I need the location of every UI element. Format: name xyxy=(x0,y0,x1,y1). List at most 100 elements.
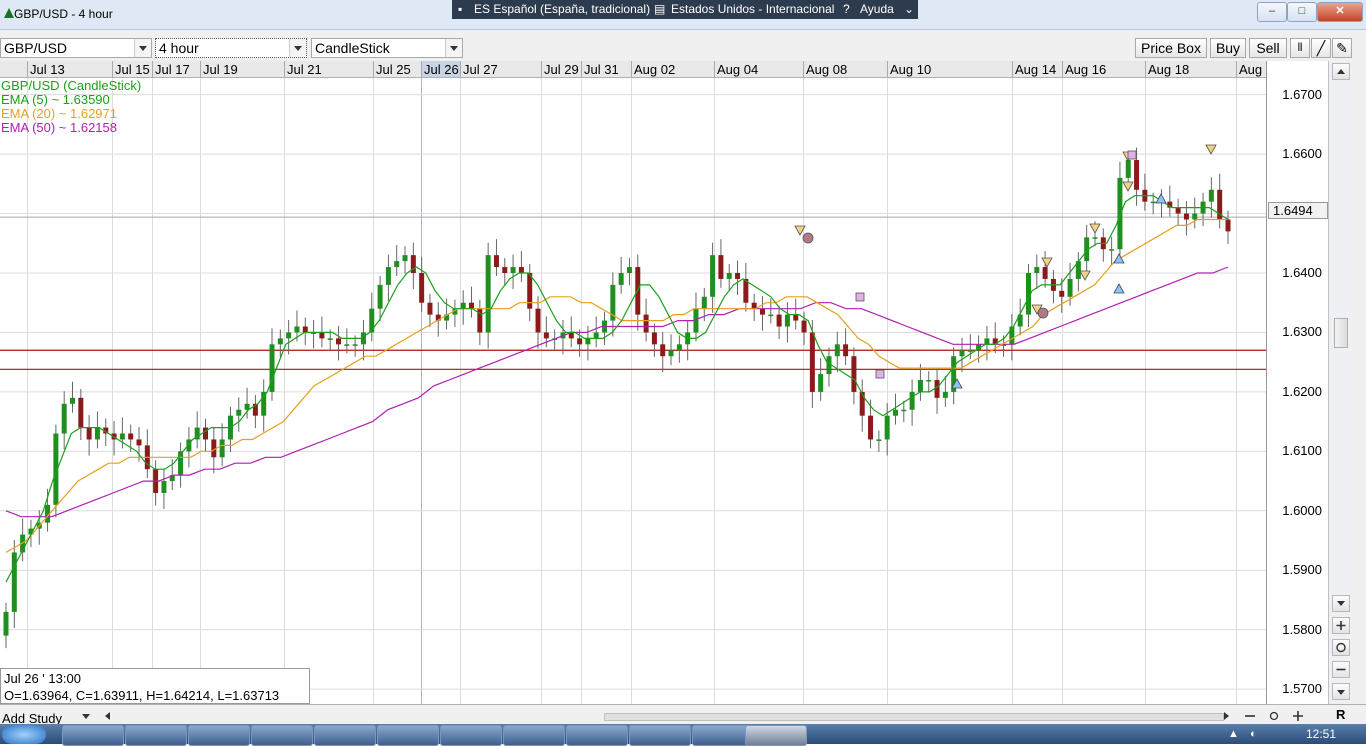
signal-down-marker xyxy=(1089,223,1101,234)
date-label: Aug 08 xyxy=(806,62,848,77)
draw-line-icon[interactable]: ╱ xyxy=(1311,38,1331,58)
zoom-in-button[interactable] xyxy=(1332,617,1350,634)
taskbar-app-icon[interactable] xyxy=(314,725,376,746)
taskbar-active-app-icon[interactable] xyxy=(745,725,807,746)
taskbar-icq-icon[interactable] xyxy=(377,725,439,746)
scroll-left-icon[interactable] xyxy=(100,709,116,723)
date-label: Jul 25 xyxy=(376,62,411,77)
taskbar-firefox-icon[interactable] xyxy=(503,725,565,746)
candle-body xyxy=(834,344,840,357)
taskbar-ie-icon[interactable] xyxy=(125,725,187,746)
candle-body xyxy=(801,320,807,333)
chart-type-select[interactable]: CandleStick xyxy=(311,38,463,58)
candle-body xyxy=(793,314,799,321)
candle-body xyxy=(427,302,433,315)
chevron-down-icon[interactable] xyxy=(78,709,94,723)
candle-body xyxy=(369,308,375,333)
signal-up-marker xyxy=(1113,283,1125,294)
chevron-down-icon xyxy=(1337,601,1345,606)
candle-body xyxy=(759,308,765,315)
date-label: Jul 26 xyxy=(424,62,459,77)
bars-icon[interactable]: ⦀ xyxy=(1290,38,1310,58)
chevron-down-icon[interactable] xyxy=(289,39,306,57)
clock: 12:51 xyxy=(1305,727,1336,741)
tray-flag-icon[interactable]: ▲ xyxy=(1228,728,1239,740)
scroll-bottom-button[interactable] xyxy=(1332,683,1350,700)
taskbar-monitor-icon[interactable] xyxy=(629,725,691,746)
minus-icon[interactable] xyxy=(1242,709,1258,723)
date-label: Jul 21 xyxy=(287,62,322,77)
candle-body xyxy=(419,272,425,303)
date-label: Aug 14 xyxy=(1015,62,1057,77)
plus-icon[interactable] xyxy=(1290,709,1306,723)
right-panel-edge xyxy=(1352,30,1366,710)
chevron-down-icon[interactable] xyxy=(445,39,462,57)
horizontal-scroll-thumb[interactable] xyxy=(604,713,1224,721)
scroll-down-button[interactable] xyxy=(1332,595,1350,612)
candle-body xyxy=(984,338,990,345)
date-label: Jul 31 xyxy=(584,62,619,77)
help-label[interactable]: Ayuda xyxy=(860,2,894,16)
candle-body xyxy=(294,326,300,333)
chart-toolbar: GBP/USD 4 hour CandleStick Price Box Buy… xyxy=(0,30,1366,62)
legend-ema50: EMA (50) ~ 1.62158 xyxy=(1,120,117,135)
candle-body xyxy=(668,350,674,357)
date-axis: Jul 13 Jul 15 Jul 17 Jul 19 Jul 21 Jul 25 Jul … xyxy=(0,61,1266,78)
price-axis: 1.67001.66001.65001.64001.63001.62001.61… xyxy=(1266,61,1328,704)
options-icon[interactable]: ⌄ xyxy=(904,2,914,16)
start-button[interactable] xyxy=(2,725,46,744)
candle-body xyxy=(502,267,508,273)
candle-body xyxy=(518,267,524,273)
scroll-right-icon[interactable] xyxy=(1218,709,1234,723)
scroll-up-button[interactable] xyxy=(1332,63,1350,80)
layout-label[interactable]: Estados Unidos - Internacional xyxy=(671,2,834,16)
language-label[interactable]: ES Español (España, tradicional) xyxy=(474,2,650,16)
taskbar-skype-icon[interactable] xyxy=(440,725,502,746)
candle-body xyxy=(710,255,716,297)
chevron-down-icon[interactable] xyxy=(134,39,151,57)
taskbar-network-icon[interactable] xyxy=(566,725,628,746)
price-chart[interactable] xyxy=(0,78,1266,704)
close-button[interactable]: ✕ xyxy=(1317,2,1363,22)
symbol-select[interactable]: GBP/USD xyxy=(0,38,152,58)
candle-body xyxy=(901,409,907,412)
vertical-scrollbar[interactable] xyxy=(1328,61,1352,704)
date-label: Jul 13 xyxy=(30,62,65,77)
candle-body xyxy=(460,302,466,309)
candle-body xyxy=(868,415,874,440)
info-date: Jul 26 ' 13:00 xyxy=(4,671,81,686)
tray-volume-icon[interactable]: ◐ xyxy=(1250,728,1257,740)
keyboard-icon: ▪ xyxy=(458,2,463,16)
taskbar-explorer-icon[interactable] xyxy=(62,725,124,746)
zoom-out-button[interactable] xyxy=(1332,661,1350,678)
signal-circle-marker xyxy=(1037,307,1049,319)
minimize-button[interactable]: – xyxy=(1257,2,1287,22)
interval-select[interactable]: 4 hour xyxy=(155,38,307,58)
buy-button[interactable]: Buy xyxy=(1210,38,1246,58)
maximize-button[interactable]: □ xyxy=(1287,2,1317,22)
candle-body xyxy=(277,338,283,345)
candle-body xyxy=(203,427,209,440)
crosshair-info-box: Jul 26 ' 13:00 O=1.63964, C=1.63911, H=1… xyxy=(0,668,310,704)
taskbar-media-icon[interactable] xyxy=(188,725,250,746)
candle-body xyxy=(859,391,865,416)
sell-button[interactable]: Sell xyxy=(1249,38,1287,58)
pencil-icon[interactable]: ✎ xyxy=(1332,38,1352,58)
zoom-reset-button[interactable] xyxy=(1332,639,1350,656)
taskbar-tools-icon[interactable] xyxy=(251,725,313,746)
price-label: 1.6600 xyxy=(1282,146,1322,162)
symbol-value: GBP/USD xyxy=(4,40,68,56)
date-label: Aug xyxy=(1239,62,1263,77)
chart-type-value: CandleStick xyxy=(315,40,390,56)
chart-legend: GBP/USD (CandleStick) EMA (5) ~ 1.63590 … xyxy=(1,79,141,135)
scroll-thumb[interactable] xyxy=(1334,318,1348,348)
language-bar[interactable]: ▪ ES Español (España, tradicional) ▤ Est… xyxy=(452,0,918,19)
circle-icon[interactable] xyxy=(1266,709,1282,723)
reset-icon[interactable]: R xyxy=(1336,707,1345,722)
legend-series: GBP/USD (CandleStick) xyxy=(1,78,142,93)
price-box-button[interactable]: Price Box xyxy=(1135,38,1207,58)
candle-body xyxy=(161,481,167,493)
candle-body xyxy=(784,314,790,327)
candle-body xyxy=(876,439,882,441)
bottom-strip: Add Study R xyxy=(0,704,1366,726)
